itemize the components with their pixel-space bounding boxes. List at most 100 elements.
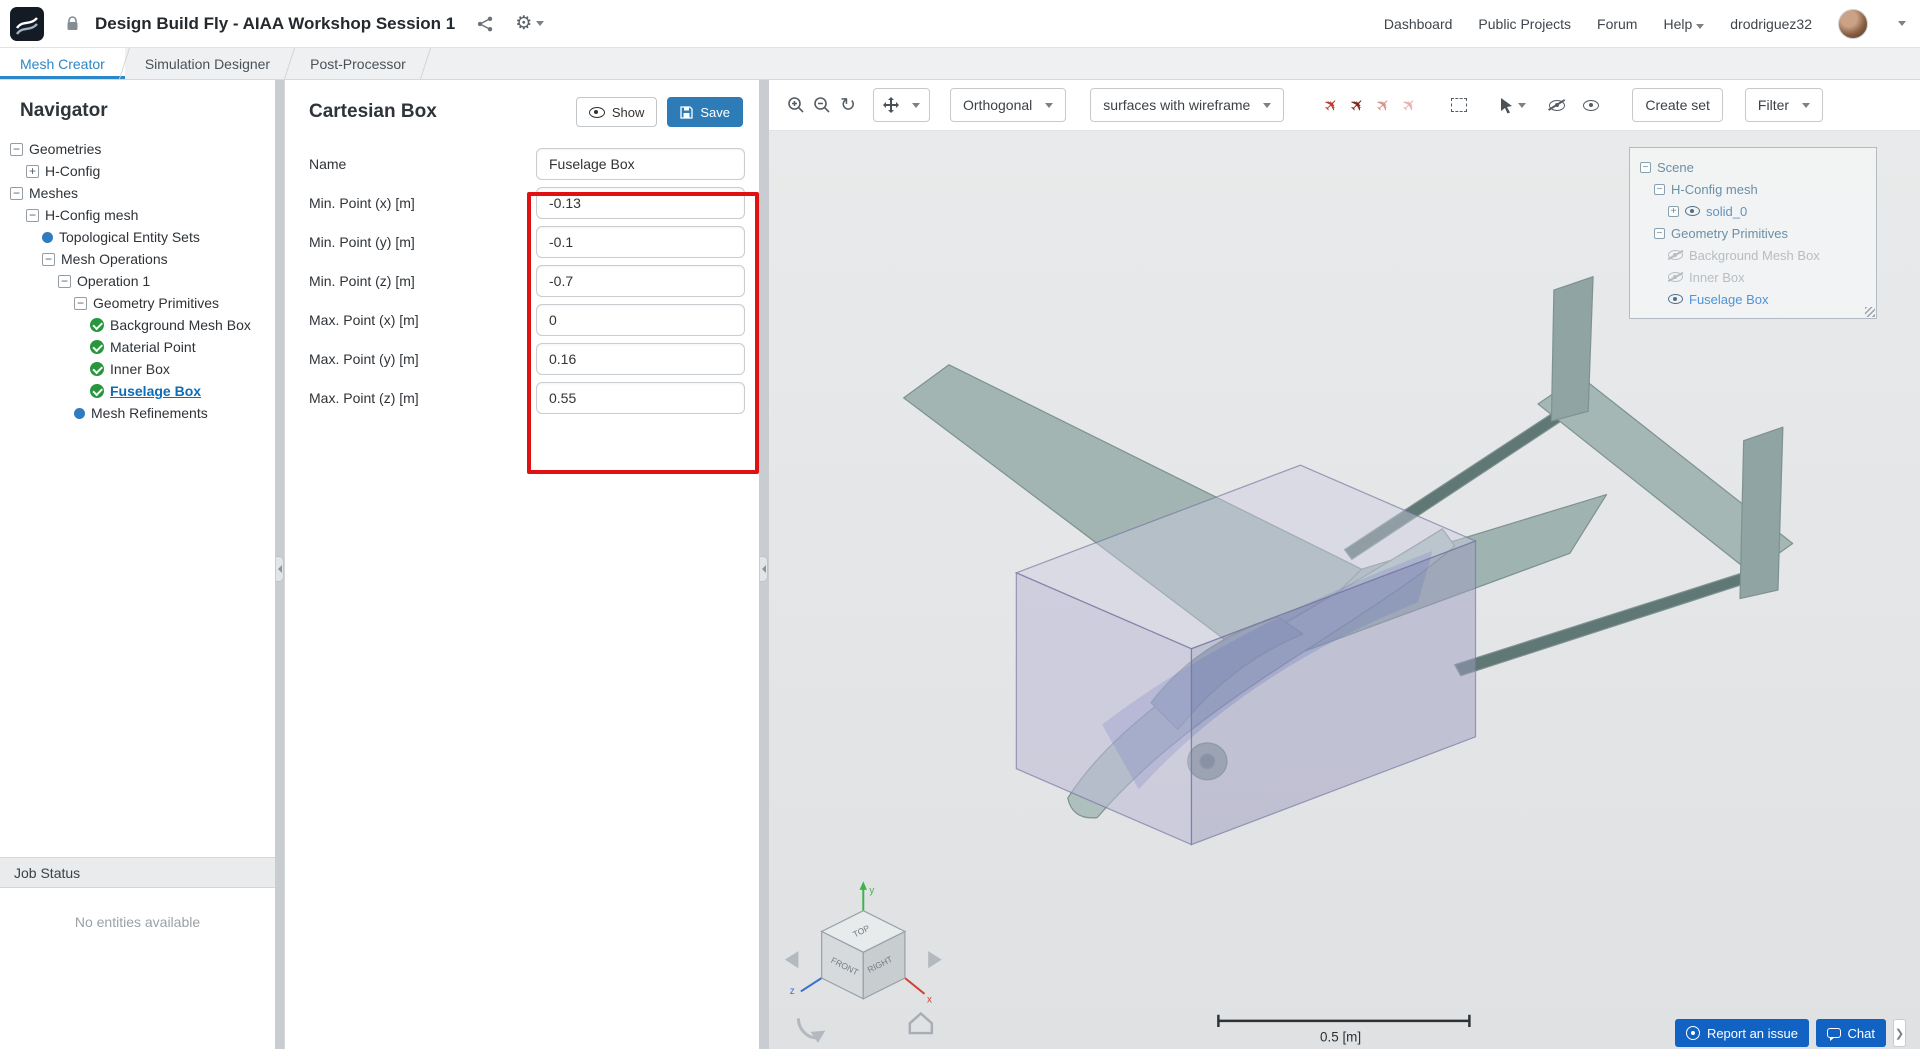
- scene-item-scene[interactable]: Scene: [1636, 156, 1870, 178]
- min-point-z-field[interactable]: [536, 265, 745, 297]
- scene-item-geometry-primitives[interactable]: Geometry Primitives: [1636, 222, 1870, 244]
- pan-tool-button[interactable]: [873, 88, 930, 122]
- hide-selection-icon[interactable]: [1544, 92, 1570, 118]
- field-label: Max. Point (x) [m]: [309, 312, 419, 328]
- scene-item-solid-0[interactable]: solid_0: [1636, 200, 1870, 222]
- collapse-icon[interactable]: [42, 252, 55, 266]
- tab-post-processor[interactable]: Post-Processor: [290, 48, 426, 79]
- nav-help[interactable]: Help: [1663, 16, 1705, 32]
- collapse-icon[interactable]: [10, 186, 23, 200]
- check-icon: [90, 340, 104, 354]
- tree-item-fuselage-box[interactable]: Fuselage Box: [0, 380, 275, 402]
- tree-item-mesh-refinements[interactable]: Mesh Refinements: [0, 402, 275, 424]
- z-axis-label: z: [790, 986, 795, 997]
- tree-item-background-mesh-box[interactable]: Background Mesh Box: [0, 314, 275, 336]
- tree-item-operation-1[interactable]: Operation 1: [0, 270, 275, 292]
- viewport-area: ↻ Orthogonal surfaces with wireframe ✈ ✈…: [769, 80, 1920, 1049]
- cursor-tool-button[interactable]: [1492, 92, 1532, 118]
- tree-item-geometry-primitives[interactable]: Geometry Primitives: [0, 292, 275, 314]
- projection-dropdown[interactable]: Orthogonal: [950, 88, 1067, 122]
- blue-dot-icon: [42, 231, 53, 243]
- tree-item-meshes[interactable]: Meshes: [0, 182, 275, 204]
- max-point-y-field[interactable]: [536, 343, 745, 375]
- nav-dashboard[interactable]: Dashboard: [1384, 16, 1453, 32]
- chevron-down-icon[interactable]: [1898, 21, 1906, 26]
- collapse-icon[interactable]: [10, 142, 23, 156]
- vertical-fin-right[interactable]: [1739, 426, 1784, 600]
- chevron-down-icon: [1045, 102, 1054, 108]
- max-point-x-field[interactable]: [536, 304, 745, 336]
- scene-item-background-mesh-box[interactable]: Background Mesh Box: [1636, 244, 1870, 266]
- logo-waves: [15, 16, 38, 35]
- field-label: Min. Point (z) [m]: [309, 273, 415, 289]
- settings-gear-icon[interactable]: ⚙: [515, 14, 545, 33]
- show-button[interactable]: Show: [575, 97, 658, 127]
- 3d-viewport[interactable]: y x z TOP FRONT RIGHT 0.5 [m] − Scene − …: [769, 131, 1920, 1049]
- top-bar: Design Build Fly - AIAA Workshop Session…: [0, 0, 1920, 48]
- visibility-eye-off-icon[interactable]: [1668, 250, 1683, 260]
- collapse-icon[interactable]: [74, 296, 87, 310]
- nav-public-projects[interactable]: Public Projects: [1478, 16, 1571, 32]
- reset-view-icon[interactable]: ↻: [835, 92, 861, 118]
- collapse-icon[interactable]: [1654, 183, 1665, 195]
- expand-icon[interactable]: [1668, 205, 1679, 217]
- collapse-icon[interactable]: [58, 274, 71, 288]
- report-issue-button[interactable]: Report an issue: [1674, 1019, 1809, 1047]
- scene-item-fuselage-box[interactable]: Fuselage Box: [1636, 288, 1870, 310]
- nav-forum[interactable]: Forum: [1597, 16, 1637, 32]
- box-select-icon[interactable]: [1446, 92, 1472, 118]
- scene-tree-overlay[interactable]: Scene H-Config mesh solid_0 Geometry Pri…: [1629, 147, 1877, 319]
- blue-dot-icon: [74, 407, 85, 419]
- create-set-button[interactable]: Create set: [1632, 88, 1723, 122]
- job-status-header[interactable]: Job Status: [0, 858, 275, 888]
- check-icon: [90, 318, 104, 332]
- report-issue-icon: [1685, 1026, 1700, 1040]
- vertical-fin-left[interactable]: [1550, 276, 1594, 422]
- scene-item-h-config-mesh[interactable]: H-Config mesh: [1636, 178, 1870, 200]
- tree-item-topological-entity-sets[interactable]: Topological Entity Sets: [0, 226, 275, 248]
- tree-item-mesh-operations[interactable]: Mesh Operations: [0, 248, 275, 270]
- collapse-icon[interactable]: [26, 208, 39, 222]
- zoom-in-icon[interactable]: [783, 92, 809, 118]
- visibility-eye-icon[interactable]: [1685, 206, 1700, 216]
- share-icon[interactable]: [477, 16, 493, 32]
- tab-mesh-creator[interactable]: Mesh Creator: [0, 48, 125, 79]
- check-icon: [90, 384, 104, 398]
- app-logo-icon[interactable]: [10, 6, 44, 41]
- name-field[interactable]: [536, 148, 745, 180]
- chevron-down-icon: [536, 21, 545, 26]
- username[interactable]: drodriguez32: [1730, 16, 1812, 32]
- collapsed-widget[interactable]: ❯: [1893, 1019, 1906, 1047]
- max-point-z-field[interactable]: [536, 382, 745, 414]
- min-point-x-field[interactable]: [536, 187, 745, 219]
- avatar[interactable]: [1838, 8, 1868, 39]
- chat-button[interactable]: Chat: [1815, 1019, 1886, 1047]
- visibility-eye-icon[interactable]: [1668, 294, 1683, 304]
- show-selection-icon[interactable]: [1578, 92, 1604, 118]
- render-mode-dropdown[interactable]: surfaces with wireframe: [1090, 88, 1285, 122]
- tree-item-h-config-mesh[interactable]: H-Config mesh: [0, 204, 275, 226]
- tree-item-material-point[interactable]: Material Point: [0, 336, 275, 358]
- workflow-tabs: Mesh Creator Simulation Designer Post-Pr…: [0, 48, 1920, 80]
- chevron-down-icon: [1696, 23, 1705, 29]
- panel-resize-handle[interactable]: [276, 556, 284, 582]
- min-point-y-field[interactable]: [536, 226, 745, 258]
- scale-bar-label: 0.5 [m]: [1320, 1030, 1361, 1045]
- cartesian-box-form: Name Min. Point (x) [m] Min. Point (y) […: [285, 130, 759, 474]
- tree-item-h-config[interactable]: H-Config: [0, 160, 275, 182]
- collapse-icon[interactable]: [1654, 227, 1665, 239]
- expand-icon[interactable]: [26, 164, 39, 178]
- tree-item-geometries[interactable]: Geometries: [0, 138, 275, 160]
- scene-item-inner-box[interactable]: Inner Box: [1636, 266, 1870, 288]
- zoom-out-icon[interactable]: [809, 92, 835, 118]
- panel-resize-handle[interactable]: [760, 556, 768, 582]
- save-button[interactable]: Save: [667, 97, 743, 127]
- visibility-eye-off-icon[interactable]: [1668, 272, 1683, 282]
- viewport-toolbar: ↻ Orthogonal surfaces with wireframe ✈ ✈…: [769, 80, 1920, 131]
- aircraft-view-icon-4[interactable]: ✈: [1391, 87, 1428, 124]
- chevron-down-icon: [1517, 102, 1526, 108]
- filter-dropdown[interactable]: Filter: [1744, 88, 1824, 122]
- tab-simulation-designer[interactable]: Simulation Designer: [125, 48, 290, 79]
- tree-item-inner-box[interactable]: Inner Box: [0, 358, 275, 380]
- collapse-icon[interactable]: [1640, 161, 1651, 173]
